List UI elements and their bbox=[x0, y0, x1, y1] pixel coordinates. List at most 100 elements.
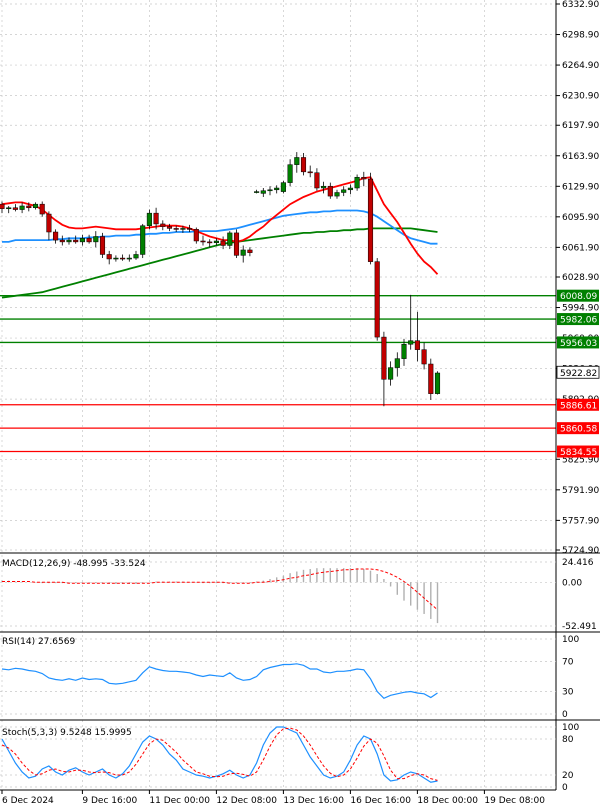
candle-body bbox=[207, 241, 213, 244]
price-tick-label: 6061.90 bbox=[562, 243, 599, 253]
candle-body bbox=[341, 189, 347, 193]
rsi-tick-label: 100 bbox=[562, 635, 579, 645]
price-tick-label: 6197.90 bbox=[562, 121, 599, 131]
rsi-axis: 100 70 30 0 bbox=[562, 635, 579, 720]
price-panel-background bbox=[0, 0, 556, 553]
price-tick-label: 5757.90 bbox=[562, 516, 599, 526]
candle-body bbox=[59, 239, 65, 243]
candle-body bbox=[401, 344, 407, 359]
rsi-tick-label: 30 bbox=[562, 688, 574, 698]
rsi-grid bbox=[0, 638, 556, 715]
price-tick-label: 6298.90 bbox=[562, 31, 599, 41]
candle-body bbox=[39, 203, 45, 215]
price-tick-label: 6095.90 bbox=[562, 213, 599, 223]
candle-body bbox=[428, 363, 434, 394]
price-tick-label: 5994.90 bbox=[562, 304, 599, 314]
trading-chart[interactable]: 6332.90 6298.90 6264.90 6230.90 6197.90 6163.… bbox=[0, 0, 600, 809]
candle-body bbox=[160, 223, 166, 227]
macd-tick-label: 24.416 bbox=[562, 558, 594, 568]
candle-body bbox=[347, 187, 353, 191]
time-tick-label: 12 Dec 08:00 bbox=[216, 796, 277, 806]
candle-body bbox=[294, 157, 300, 165]
candle-body bbox=[421, 349, 427, 365]
candle-body bbox=[227, 232, 233, 246]
level-tag-label: 5834.55 bbox=[560, 448, 597, 458]
candle-body bbox=[166, 226, 173, 229]
candle-body bbox=[388, 367, 394, 380]
time-tick-label: 11 Dec 00:00 bbox=[149, 796, 210, 806]
candle-body bbox=[354, 176, 360, 189]
current-price-label: 5922.82 bbox=[560, 369, 597, 379]
level-tag-label: 5886.61 bbox=[560, 401, 597, 411]
time-tick-label: 16 Dec 16:00 bbox=[350, 796, 411, 806]
candle-body bbox=[254, 191, 260, 193]
candle-body bbox=[6, 207, 12, 210]
candle-body bbox=[187, 228, 193, 230]
price-tick-label: 5791.90 bbox=[562, 486, 599, 496]
candle-body bbox=[86, 238, 92, 243]
candle-body bbox=[73, 239, 79, 243]
candle-body bbox=[120, 257, 126, 260]
candle-body bbox=[260, 190, 266, 194]
price-axis: 6332.90 6298.90 6264.90 6230.90 6197.90 6163.… bbox=[556, 0, 599, 556]
macd-axis: 24.416 0.00 -52.491 bbox=[562, 558, 597, 632]
candle-body bbox=[46, 213, 52, 233]
stochastic-tick-label: 80 bbox=[562, 735, 574, 745]
macd-signal-path bbox=[2, 568, 438, 611]
candle-body bbox=[19, 205, 25, 210]
stochastic-tick-label: 0 bbox=[562, 783, 568, 793]
macd-histogram bbox=[1, 568, 439, 624]
candle-body bbox=[240, 249, 246, 256]
stochastic-tick-label: 20 bbox=[562, 771, 574, 781]
candle-body bbox=[274, 187, 280, 191]
candle-body bbox=[146, 212, 152, 226]
rsi-panel[interactable]: RSI(14) 27.6569 100 70 30 0 bbox=[0, 635, 579, 720]
time-tick-label: 18 Dec 00:00 bbox=[417, 796, 478, 806]
candle-body bbox=[79, 238, 85, 243]
macd-grid bbox=[0, 561, 556, 627]
candle-body bbox=[0, 203, 5, 209]
candle-body bbox=[153, 212, 159, 225]
price-tick-label: 6129.90 bbox=[562, 182, 599, 192]
candle-body bbox=[133, 254, 139, 259]
stochastic-label: Stoch(5,3,3) 9.5248 15.9995 bbox=[2, 728, 132, 738]
candle-body bbox=[267, 189, 273, 192]
macd-panel[interactable]: MACD(12,26,9) -48.995 -33.524 24.416 0.00… bbox=[0, 558, 597, 632]
candle-body bbox=[93, 236, 99, 243]
level-tag-label: 6008.09 bbox=[560, 292, 597, 302]
price-tick-label: 6264.90 bbox=[562, 61, 599, 71]
candle-body bbox=[361, 176, 367, 180]
stochastic-axis: 100 80 20 0 bbox=[562, 723, 579, 793]
candle-body bbox=[113, 257, 119, 260]
time-tick-label: 13 Dec 16:00 bbox=[283, 796, 344, 806]
candle-body bbox=[106, 254, 112, 260]
candle-body bbox=[247, 249, 253, 253]
candle-body bbox=[12, 207, 18, 210]
level-tags: 6008.09 5982.06 5956.03 5886.61 5860.58 5834.… bbox=[556, 289, 600, 458]
time-tick-label: 9 Dec 16:00 bbox=[82, 796, 137, 806]
candle-body bbox=[233, 232, 240, 256]
candle-body bbox=[414, 340, 420, 350]
level-tag-label: 5956.03 bbox=[560, 339, 597, 349]
rsi-label: RSI(14) 27.6569 bbox=[2, 637, 75, 647]
time-tick-label: 19 Dec 08:00 bbox=[484, 796, 545, 806]
candle-body bbox=[99, 236, 106, 255]
candle-body bbox=[200, 240, 206, 243]
candle-body bbox=[381, 336, 387, 380]
time-axis: 6 Dec 2024 9 Dec 16:00 11 Dec 00:00 12 Dec … bbox=[1, 790, 545, 806]
candle-body bbox=[220, 240, 226, 246]
candle-body bbox=[180, 228, 186, 230]
candle-body bbox=[213, 240, 219, 244]
rsi-line bbox=[1, 663, 438, 700]
macd-label: MACD(12,26,9) -48.995 -33.524 bbox=[2, 559, 146, 569]
candle-body bbox=[321, 185, 327, 189]
candle-body bbox=[287, 164, 293, 183]
candle-body bbox=[280, 182, 286, 192]
candle-body bbox=[314, 172, 320, 189]
stochastic-panel[interactable]: Stoch(5,3,3) 9.5248 15.9995 100 80 20 0 bbox=[0, 723, 579, 793]
price-tick-label: 6230.90 bbox=[562, 92, 599, 102]
candle-body bbox=[367, 178, 374, 262]
price-panel[interactable] bbox=[0, 0, 556, 790]
candle-body bbox=[327, 185, 333, 197]
macd-tick-label: -52.491 bbox=[562, 622, 597, 632]
